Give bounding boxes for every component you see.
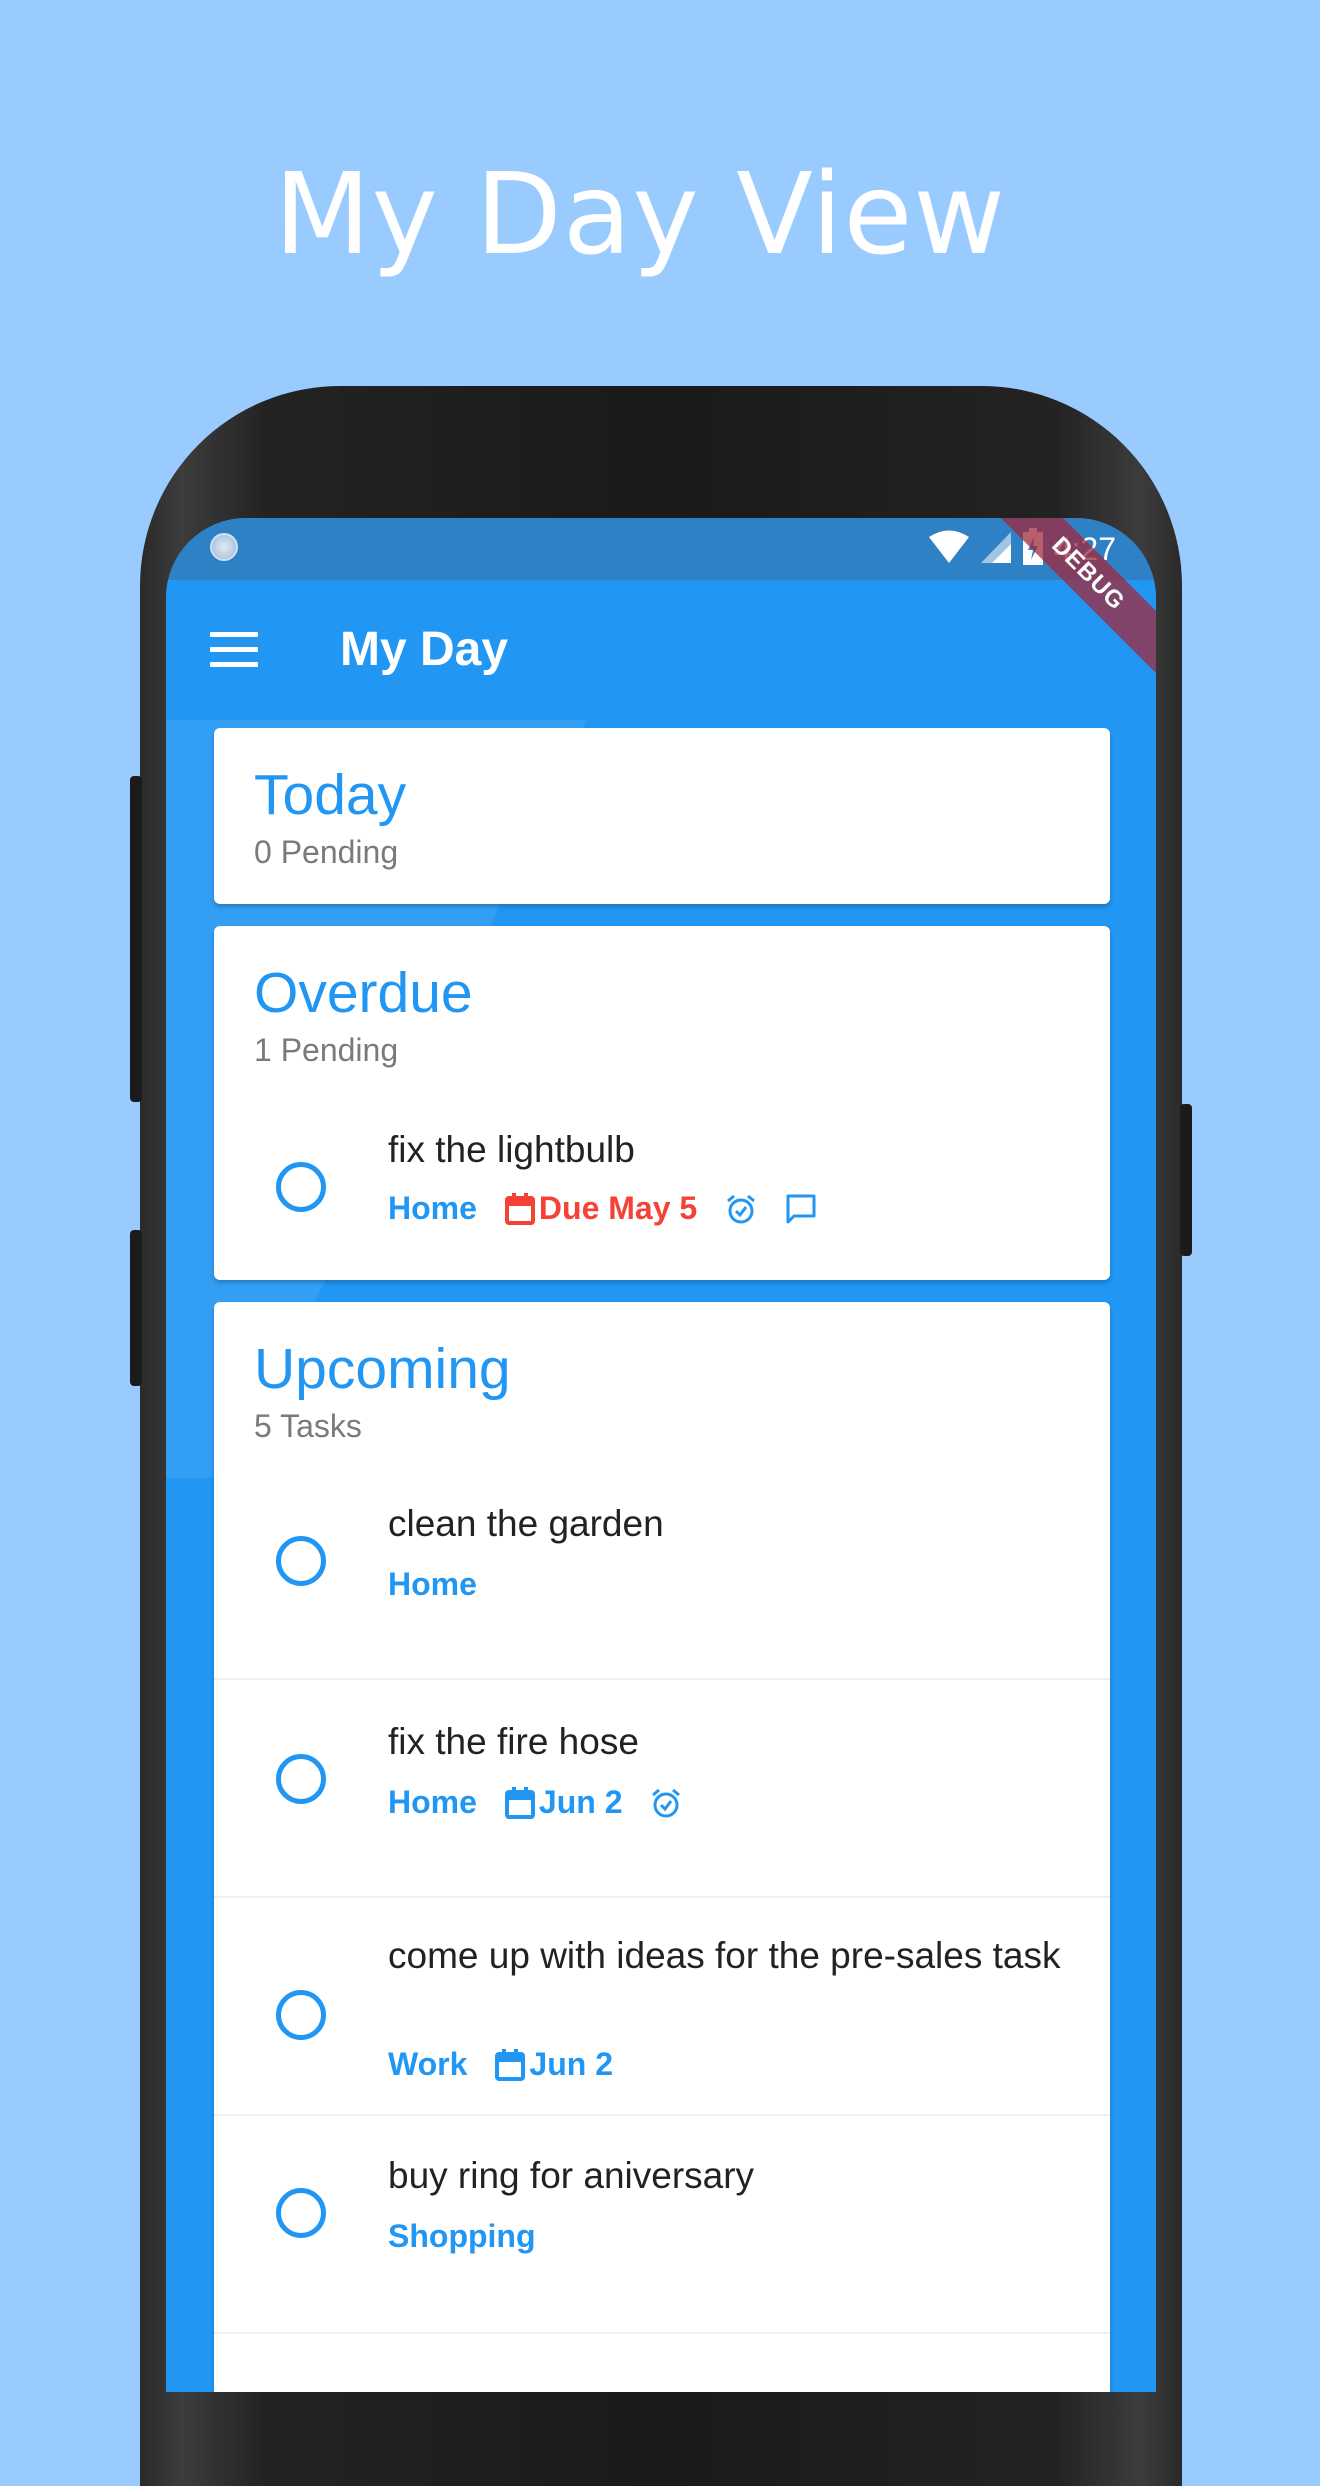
- section-count: 0 Pending: [254, 834, 399, 870]
- section-title: Upcoming: [254, 1337, 511, 1401]
- section-title: Overdue: [254, 961, 473, 1025]
- task-name: fix the lightbulb: [388, 1129, 635, 1170]
- task-list-label: Home: [388, 1566, 477, 1602]
- task-item[interactable]: buy ring for aniversary Shopping: [214, 2154, 1110, 2322]
- divider: [214, 2114, 1110, 2116]
- divider: [214, 1896, 1110, 1898]
- task-meta: Home: [388, 1566, 477, 1603]
- section-count: 5 Tasks: [254, 1408, 362, 1444]
- today-card[interactable]: Today 0 Pending: [214, 728, 1110, 904]
- task-list-label: Shopping: [388, 2218, 536, 2254]
- task-list-label: Work: [388, 2046, 468, 2082]
- app-bar: My Day: [166, 580, 1156, 720]
- overdue-card: Overdue 1 Pending fix the lightbulb Home…: [214, 926, 1110, 1280]
- task-item[interactable]: fix the lightbulb Home Due May 5: [214, 1126, 1110, 1276]
- complete-task-checkbox[interactable]: [276, 1990, 326, 2040]
- task-meta: Shopping: [388, 2218, 536, 2255]
- phone-power-button: [1180, 1104, 1192, 1256]
- notification-icon: [210, 533, 238, 561]
- promo-title: My Day View: [273, 150, 1007, 280]
- calendar-icon: [504, 1192, 535, 1225]
- complete-task-checkbox[interactable]: [276, 1162, 326, 1212]
- wifi-icon: [928, 530, 970, 569]
- task-list-label: Home: [388, 1784, 477, 1820]
- task-due-date: Jun 2: [538, 1784, 623, 1820]
- task-item[interactable]: come up with ideas for the pre-sales tas…: [214, 1934, 1110, 2114]
- task-list-label: Home: [388, 1190, 477, 1226]
- section-count: 1 Pending: [254, 1032, 399, 1068]
- divider: [214, 2332, 1110, 2334]
- app-title: My Day: [340, 623, 509, 676]
- task-name: clean the garden: [388, 1503, 664, 1544]
- task-item[interactable]: fix the fire hose Home Jun 2: [214, 1720, 1110, 1888]
- task-name: fix the fire hose: [388, 1721, 639, 1762]
- task-name: buy ring for aniversary: [388, 2155, 755, 2196]
- complete-task-checkbox[interactable]: [276, 1754, 326, 1804]
- calendar-icon: [495, 2048, 526, 2081]
- complete-task-checkbox[interactable]: [276, 1536, 326, 1586]
- task-due-date: Due May 5: [538, 1190, 698, 1226]
- phone-volume-button: [130, 776, 142, 1102]
- alarm-icon: [725, 1193, 757, 1225]
- divider: [214, 1678, 1110, 1680]
- comment-icon: [785, 1193, 817, 1225]
- task-meta: Work Jun 2: [388, 2046, 613, 2083]
- signal-icon: [980, 530, 1012, 569]
- alarm-icon: [650, 1787, 682, 1819]
- task-item[interactable]: clean the garden Home: [214, 1502, 1110, 1670]
- task-name: come up with ideas for the pre-sales tas…: [388, 1935, 1061, 1976]
- task-meta: Home Jun 2: [388, 1784, 682, 1821]
- phone-screen: 4:27 My Day DEBUG Today 0 Pending Overdu…: [166, 518, 1156, 2392]
- phone-side-button: [130, 1230, 142, 1386]
- task-meta: Home Due May 5: [388, 1190, 817, 1227]
- menu-icon[interactable]: [210, 632, 258, 668]
- status-bar: 4:27: [166, 518, 1156, 580]
- task-due-date: Jun 2: [529, 2046, 613, 2082]
- complete-task-checkbox[interactable]: [276, 2188, 326, 2238]
- section-title: Today: [254, 763, 407, 827]
- upcoming-card: Upcoming 5 Tasks clean the garden Home f…: [214, 1302, 1110, 2392]
- calendar-icon: [504, 1786, 535, 1819]
